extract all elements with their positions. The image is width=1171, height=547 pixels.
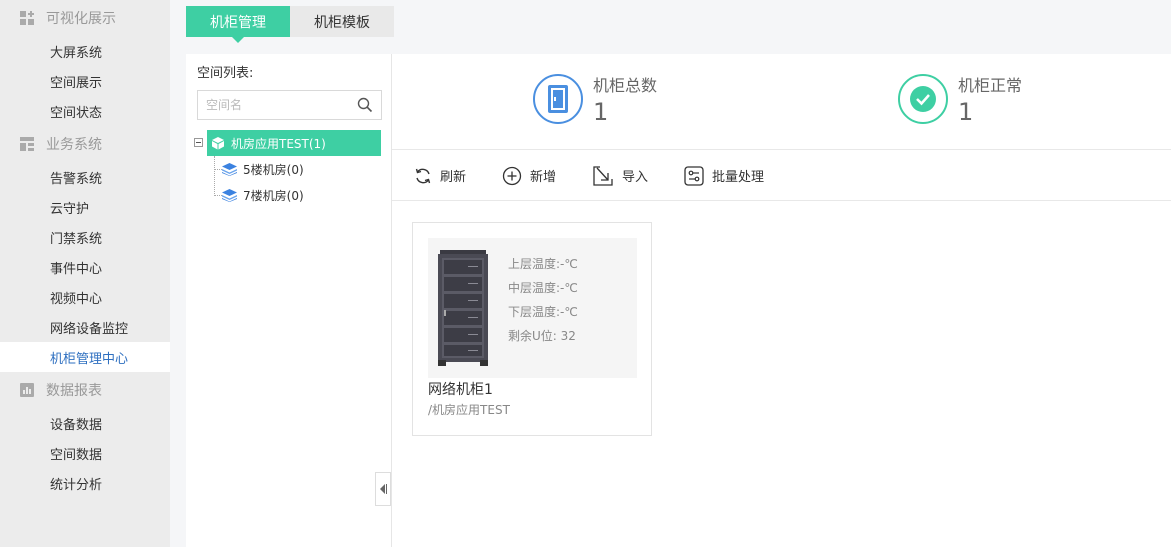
tree-node-5f[interactable]: 5楼机房(0) xyxy=(192,156,382,182)
import-button[interactable]: 导入 xyxy=(592,165,648,187)
sidebar-item-statistics[interactable]: 统计分析 xyxy=(0,468,170,498)
sidebar-group-reports[interactable]: 数据报表 xyxy=(0,372,170,408)
space-list-panel: 空间列表: 机房应用TEST(1) 5楼机房(0) 7楼机房(0) xyxy=(186,54,392,547)
stat-normal-value: 1 xyxy=(958,98,974,126)
space-search-input[interactable] xyxy=(198,91,348,119)
sidebar-item-network-monitor[interactable]: 网络设备监控 xyxy=(0,312,170,342)
sidebar-group-label: 数据报表 xyxy=(46,383,102,399)
toolbar: 刷新 新增 导入 批量处理 xyxy=(392,151,1171,201)
sidebar-item-space-display[interactable]: 空间展示 xyxy=(0,66,170,96)
cabinet-icon xyxy=(533,74,583,124)
stat-total-label: 机柜总数 xyxy=(593,76,658,95)
refresh-icon xyxy=(415,168,431,183)
layers-icon xyxy=(222,188,237,202)
sidebar-item-event-center[interactable]: 事件中心 xyxy=(0,252,170,282)
add-label: 新增 xyxy=(530,170,557,185)
tree-node-7f[interactable]: 7楼机房(0) xyxy=(192,182,382,208)
server-rack-icon xyxy=(438,250,488,366)
sidebar-group-label: 业务系统 xyxy=(46,137,102,153)
tab-bar: 机柜管理 机柜模板 xyxy=(186,6,394,43)
sidebar-item-alarm[interactable]: 告警系统 xyxy=(0,162,170,192)
search-icon[interactable] xyxy=(357,97,373,113)
remaining-u: 剩余U位: 32 xyxy=(508,329,576,343)
tree-node-label: 5楼机房(0) xyxy=(243,162,304,177)
panel-collapse-handle[interactable] xyxy=(375,472,391,506)
sidebar-item-cloud-guard[interactable]: 云守护 xyxy=(0,192,170,222)
space-list-title: 空间列表: xyxy=(197,66,254,81)
stat-normal-label: 机柜正常 xyxy=(958,76,1023,95)
tab-cabinet-management[interactable]: 机柜管理 xyxy=(186,6,290,43)
refresh-button[interactable]: 刷新 xyxy=(414,166,466,185)
stat-total-value: 1 xyxy=(593,98,609,126)
import-icon xyxy=(593,165,613,186)
middle-temp: 中层温度:-℃ xyxy=(508,281,578,295)
lower-temp: 下层温度:-℃ xyxy=(508,305,578,319)
cube-icon xyxy=(212,137,224,150)
stat-total: 机柜总数 1 xyxy=(533,74,657,127)
stat-normal: 机柜正常 1 xyxy=(898,74,1022,127)
sidebar-group-business[interactable]: 业务系统 xyxy=(0,126,170,162)
grid-plus-icon xyxy=(20,11,34,25)
sidebar-item-cabinet-center[interactable]: 机柜管理中心 xyxy=(0,342,170,372)
collapse-left-icon xyxy=(380,484,387,494)
tree-node-root[interactable]: 机房应用TEST(1) xyxy=(192,130,382,156)
bar-chart-icon xyxy=(20,383,34,397)
batch-button[interactable]: 批量处理 xyxy=(684,165,765,186)
sliders-icon xyxy=(684,165,704,186)
sidebar-item-access-control[interactable]: 门禁系统 xyxy=(0,222,170,252)
collapse-toggle-icon[interactable] xyxy=(194,138,203,147)
sidebar-item-big-screen[interactable]: 大屏系统 xyxy=(0,36,170,66)
stats-bar: 机柜总数 1 机柜正常 1 xyxy=(392,54,1171,150)
tree-connector xyxy=(214,169,222,170)
sidebar-group-visualization[interactable]: 可视化展示 xyxy=(0,0,170,36)
sidebar-group-label: 可视化展示 xyxy=(46,11,116,27)
sidebar-item-device-data[interactable]: 设备数据 xyxy=(0,408,170,438)
refresh-label: 刷新 xyxy=(440,170,467,185)
sidebar-item-space-status[interactable]: 空间状态 xyxy=(0,96,170,126)
layers-icon xyxy=(222,162,237,176)
sidebar-item-space-data[interactable]: 空间数据 xyxy=(0,438,170,468)
space-search-box xyxy=(197,90,382,120)
cabinet-temps: 上层温度:-℃ 中层温度:-℃ 下层温度:-℃ 剩余U位: 32 xyxy=(508,252,578,348)
tree-connector xyxy=(214,195,222,196)
sidebar-item-video-center[interactable]: 视频中心 xyxy=(0,282,170,312)
cabinet-path: /机房应用TEST xyxy=(428,403,510,417)
upper-temp: 上层温度:-℃ xyxy=(508,257,578,271)
batch-label: 批量处理 xyxy=(712,170,765,185)
add-button[interactable]: 新增 xyxy=(502,166,556,186)
tree-node-root-label[interactable]: 机房应用TEST(1) xyxy=(207,130,381,156)
space-tree: 机房应用TEST(1) 5楼机房(0) 7楼机房(0) xyxy=(192,130,382,208)
layout-icon xyxy=(20,137,34,151)
cabinet-card[interactable]: 上层温度:-℃ 中层温度:-℃ 下层温度:-℃ 剩余U位: 32 网络机柜1 /… xyxy=(412,222,652,436)
tab-cabinet-template[interactable]: 机柜模板 xyxy=(290,6,394,37)
tree-node-label: 7楼机房(0) xyxy=(243,188,304,203)
add-circle-icon xyxy=(502,166,522,185)
import-label: 导入 xyxy=(622,170,649,185)
cabinet-name: 网络机柜1 xyxy=(428,382,493,398)
check-circle-icon xyxy=(898,74,948,124)
sidebar: 可视化展示 大屏系统 空间展示 空间状态 业务系统 告警系统 云守护 门禁系统 … xyxy=(0,0,170,547)
main-content: 机柜总数 1 机柜正常 1 刷新 新增 导入 批量处理 上层温度:-℃ 中层温度… xyxy=(392,54,1171,547)
tree-root-text: 机房应用TEST(1) xyxy=(231,136,326,151)
cabinet-card-preview: 上层温度:-℃ 中层温度:-℃ 下层温度:-℃ 剩余U位: 32 xyxy=(428,238,637,378)
